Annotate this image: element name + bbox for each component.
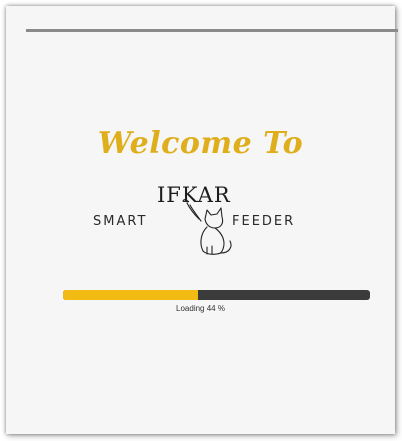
loading-progress-bar [63, 290, 370, 300]
app-logo: IFKAR SMART FEEDER [87, 181, 337, 261]
app-screen: Welcome To IFKAR SMART FEEDER Loading 44… [6, 6, 398, 434]
brand-subtitle-smart: SMART [93, 214, 148, 229]
loading-progress-fill [63, 290, 199, 300]
cat-icon [182, 199, 232, 255]
loading-label: Loading 44 % [176, 304, 225, 313]
status-bar [26, 29, 398, 32]
welcome-heading: Welcome To [97, 126, 304, 161]
brand-subtitle-feeder: FEEDER [232, 214, 296, 229]
